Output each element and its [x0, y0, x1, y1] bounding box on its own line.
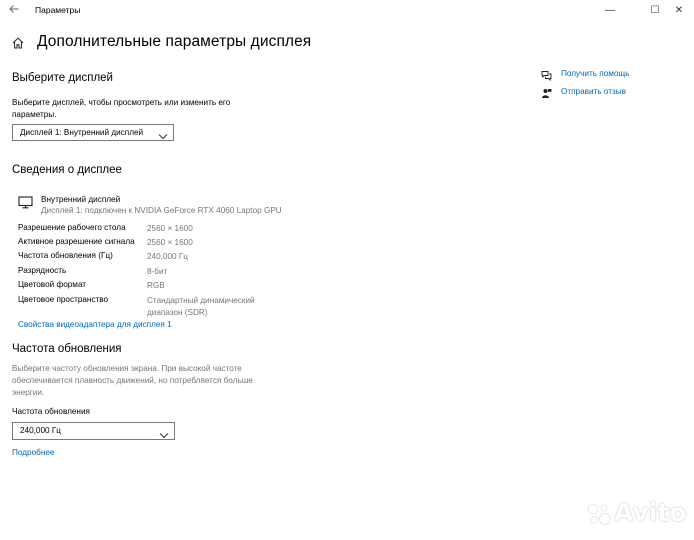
feedback-icon	[541, 86, 552, 98]
info-row-label: Частота обновления (Гц)	[18, 251, 113, 260]
display-info-heading: Сведения о дисплее	[12, 164, 122, 176]
minimize-button[interactable]: —	[595, 2, 625, 20]
home-icon[interactable]	[12, 36, 24, 49]
info-row-value: 8-бит	[147, 267, 168, 276]
display-select[interactable]: Дисплей 1: Внутренний дисплей	[12, 124, 174, 141]
info-row-value: 2560 × 1600	[147, 224, 193, 233]
avito-watermark: Avito	[584, 496, 687, 530]
info-row-label: Разрешение рабочего стола	[18, 223, 126, 232]
chevron-down-icon	[159, 427, 169, 439]
chevron-down-icon	[158, 128, 168, 140]
info-row-label: Активное разрешение сигнала	[18, 237, 135, 246]
close-button[interactable]: ✕	[664, 2, 694, 20]
monitor-icon	[18, 196, 33, 209]
refresh-rate-field-label: Частота обновления	[12, 407, 90, 416]
refresh-rate-select[interactable]: 240,000 Гц	[12, 422, 175, 440]
info-row-value: 240,000 Гц	[147, 252, 188, 261]
send-feedback-link[interactable]: Отправить отзыв	[561, 87, 626, 96]
info-row-label: Разрядность	[18, 266, 67, 275]
back-icon[interactable]	[6, 3, 22, 19]
refresh-rate-heading: Частота обновления	[12, 343, 122, 355]
title-bar: Параметры — ☐ ✕	[0, 0, 694, 22]
info-row-value: Стандартный динамический диапазон (SDR)	[147, 296, 255, 317]
choose-display-heading: Выберите дисплей	[12, 72, 113, 84]
info-row-label: Цветовой формат	[18, 280, 87, 289]
display-select-value: Дисплей 1: Внутренний дисплей	[20, 127, 144, 137]
refresh-rate-description: Выберите частоту обновления экрана. При …	[12, 364, 253, 397]
window-title: Параметры	[35, 5, 81, 15]
info-row-value: 2560 × 1600	[147, 238, 193, 247]
avito-logo-icon	[587, 503, 611, 525]
monitor-subtitle: Дисплей 1: подключен к NVIDIA GeForce RT…	[41, 206, 282, 215]
help-icon	[541, 68, 552, 82]
adapter-properties-link[interactable]: Свойства видеоадаптера для дисплея 1	[18, 320, 172, 329]
choose-display-description: Выберите дисплей, чтобы просмотреть или …	[12, 98, 231, 119]
info-row-label: Цветовое пространство	[18, 295, 109, 304]
learn-more-link[interactable]: Подробнее	[12, 448, 54, 457]
page-title: Дополнительные параметры дисплея	[37, 33, 312, 50]
watermark-text: Avito	[614, 498, 687, 527]
get-help-link[interactable]: Получить помощь	[561, 69, 629, 78]
info-row-value: RGB	[147, 281, 165, 290]
refresh-rate-select-value: 240,000 Гц	[20, 426, 61, 435]
